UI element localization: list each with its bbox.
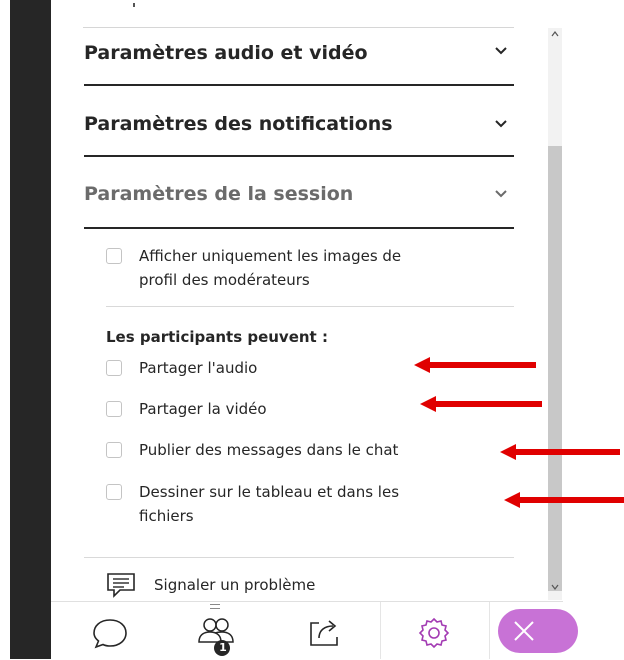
checkbox[interactable]	[106, 401, 122, 417]
chevron-down-icon[interactable]	[494, 117, 508, 131]
report-divider	[84, 557, 514, 558]
chat-icon	[93, 619, 127, 649]
checkbox[interactable]	[106, 442, 122, 458]
checkbox[interactable]	[106, 360, 122, 376]
section-audio-video[interactable]: Paramètres audio et vidéo	[84, 42, 514, 118]
close-panel-button[interactable]	[498, 609, 578, 653]
left-margin	[0, 0, 10, 659]
checkbox-label: Partager l'audio	[139, 359, 258, 377]
scroll-down-icon[interactable]	[551, 584, 559, 590]
section-divider	[84, 227, 514, 229]
feedback-icon	[107, 573, 135, 598]
settings-tab[interactable]	[380, 602, 490, 659]
report-problem-label: Signaler un problème	[154, 576, 316, 594]
chat-button[interactable]	[82, 602, 142, 652]
options-divider	[106, 306, 514, 307]
participants-count-badge: 1	[219, 641, 227, 654]
annotation-arrow	[500, 444, 620, 460]
checkbox-label: Publier des messages dans le chat	[139, 441, 399, 459]
scrollbar-thumb[interactable]	[548, 146, 562, 591]
share-content-button[interactable]	[300, 602, 360, 652]
top-fragment	[133, 3, 135, 7]
section-title: Paramètres des notifications	[84, 113, 393, 135]
participants-can-label: Les participants peuvent :	[106, 328, 328, 346]
settings-icon	[418, 617, 450, 649]
scroll-up-icon[interactable]	[551, 31, 559, 37]
checkbox-label-continued: fichiers	[139, 507, 194, 525]
checkbox-label-continued: profil des modérateurs	[139, 271, 310, 289]
annotation-arrow	[420, 396, 542, 412]
checkbox-label: Partager la vidéo	[139, 400, 267, 418]
annotation-arrow	[414, 357, 536, 373]
section-title: Paramètres audio et vidéo	[84, 42, 368, 64]
checkbox-label: Afficher uniquement les images de	[139, 247, 402, 265]
chevron-down-icon[interactable]	[494, 187, 508, 201]
chevron-down-icon[interactable]	[494, 44, 508, 58]
checkbox[interactable]	[106, 248, 122, 264]
section-divider	[84, 84, 514, 86]
checkbox-label: Dessiner sur le tableau et dans les	[139, 483, 400, 501]
annotation-arrow	[504, 492, 624, 508]
section-divider	[84, 155, 514, 157]
checkbox[interactable]	[106, 484, 122, 500]
top-divider	[83, 27, 514, 28]
section-notifications[interactable]: Paramètres des notifications	[84, 113, 514, 189]
share-icon	[310, 620, 338, 646]
scrollbar[interactable]	[548, 28, 562, 600]
section-title: Paramètres de la session	[84, 183, 354, 205]
close-icon	[514, 621, 534, 641]
participants-button[interactable]: 1	[190, 602, 250, 656]
dark-side-bar	[10, 0, 51, 659]
